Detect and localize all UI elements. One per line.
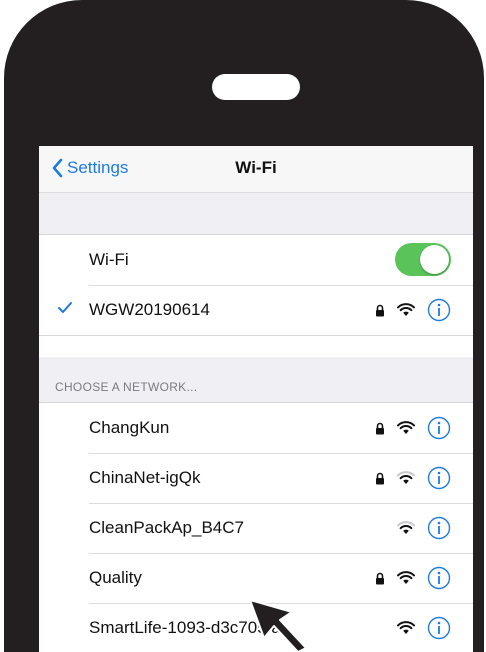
phone-speaker: [212, 74, 300, 100]
network-name: Quality: [89, 568, 142, 587]
lock-icon: [376, 304, 384, 316]
info-icon[interactable]: [427, 466, 451, 490]
wifi-signal-icon: [397, 571, 415, 584]
network-row[interactable]: ChinaNet-igQk: [39, 453, 473, 503]
lock-icon: [376, 572, 384, 584]
wifi-signal-icon: [397, 621, 415, 634]
wifi-settings-group: Wi-Fi WGW20190614: [39, 234, 473, 336]
phone-frame: Settings Wi-Fi Wi-Fi WGW20190614 CHOOSE …: [4, 0, 484, 652]
choose-network-header: CHOOSE A NETWORK...: [55, 380, 198, 394]
wifi-toggle-row: Wi-Fi: [39, 235, 473, 285]
connected-network-row[interactable]: WGW20190614: [39, 285, 473, 335]
network-name: CleanPackAp_B4C7: [89, 518, 244, 537]
network-status-icons: [355, 515, 451, 541]
network-row[interactable]: ChangKun: [39, 403, 473, 453]
network-name: ChangKun: [89, 418, 170, 437]
connected-network-name: WGW20190614: [89, 300, 210, 319]
phone-screen: Settings Wi-Fi Wi-Fi WGW20190614 CHOOSE …: [39, 146, 473, 652]
network-status-icons: [355, 415, 451, 441]
network-name: ChinaNet-igQk: [89, 468, 201, 487]
wifi-signal-icon: [397, 471, 415, 484]
section-spacer: [39, 193, 473, 234]
network-row[interactable]: Quality: [39, 553, 473, 603]
wifi-signal-icon: [397, 521, 415, 534]
checkmark-icon: [58, 302, 72, 313]
toggle-knob: [420, 245, 449, 274]
network-status-icons: [355, 465, 451, 491]
section-header-area: CHOOSE A NETWORK...: [39, 357, 473, 402]
page-title: Wi-Fi: [235, 158, 277, 177]
info-icon[interactable]: [427, 516, 451, 540]
info-icon[interactable]: [427, 416, 451, 440]
info-icon[interactable]: [427, 616, 451, 640]
wifi-toggle-switch[interactable]: [395, 243, 451, 276]
network-status-icons: [355, 297, 451, 323]
lock-icon: [376, 472, 384, 484]
network-row[interactable]: CleanPackAp_B4C7: [39, 503, 473, 553]
pointer-arrow-icon: [249, 599, 307, 652]
info-icon[interactable]: [427, 298, 451, 322]
wifi-signal-icon: [397, 303, 415, 316]
navigation-bar: Settings Wi-Fi: [39, 146, 473, 193]
network-status-icons: [355, 615, 451, 641]
info-icon[interactable]: [427, 566, 451, 590]
network-status-icons: [355, 565, 451, 591]
lock-icon: [376, 422, 384, 434]
wifi-toggle-label: Wi-Fi: [89, 250, 129, 269]
wifi-signal-icon: [397, 421, 415, 434]
